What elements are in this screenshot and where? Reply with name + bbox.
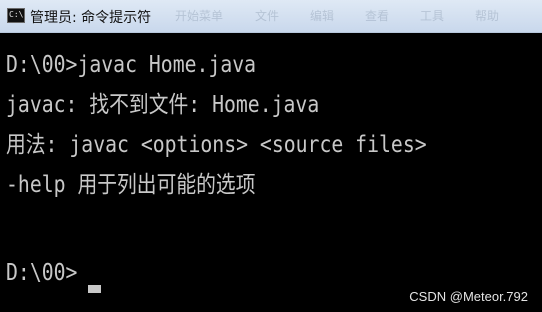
text-cursor (88, 285, 101, 293)
console-line-error: javac: 找不到文件: Home.java (6, 92, 320, 118)
background-tab-1: 开始菜单 (175, 9, 224, 23)
console-output[interactable]: D:\00>javac Home.java javac: 找不到文件: Home… (0, 33, 542, 312)
background-tab-6: 帮助 (475, 9, 500, 23)
command-prompt-window: C:\ 管理员: 命令提示符 开始菜单 文件 编辑 查看 工具 帮助 D:\00… (0, 0, 542, 312)
background-tab-2: 文件 (255, 9, 280, 23)
title-bar[interactable]: C:\ 管理员: 命令提示符 开始菜单 文件 编辑 查看 工具 帮助 (0, 0, 542, 33)
window-title: 管理员: 命令提示符 (30, 10, 152, 26)
console-line-usage: 用法: javac <options> <source files> (6, 132, 427, 158)
background-tab-4: 查看 (365, 9, 390, 23)
watermark: CSDN @Meteor.792 (409, 289, 528, 304)
background-tab-3: 编辑 (310, 9, 335, 23)
console-icon: C:\ (7, 8, 25, 23)
console-line-help: -help 用于列出可能的选项 (6, 172, 256, 198)
console-prompt[interactable]: D:\00> (6, 259, 77, 287)
console-line-command: D:\00>javac Home.java (6, 52, 257, 78)
background-tab-5: 工具 (420, 9, 445, 23)
